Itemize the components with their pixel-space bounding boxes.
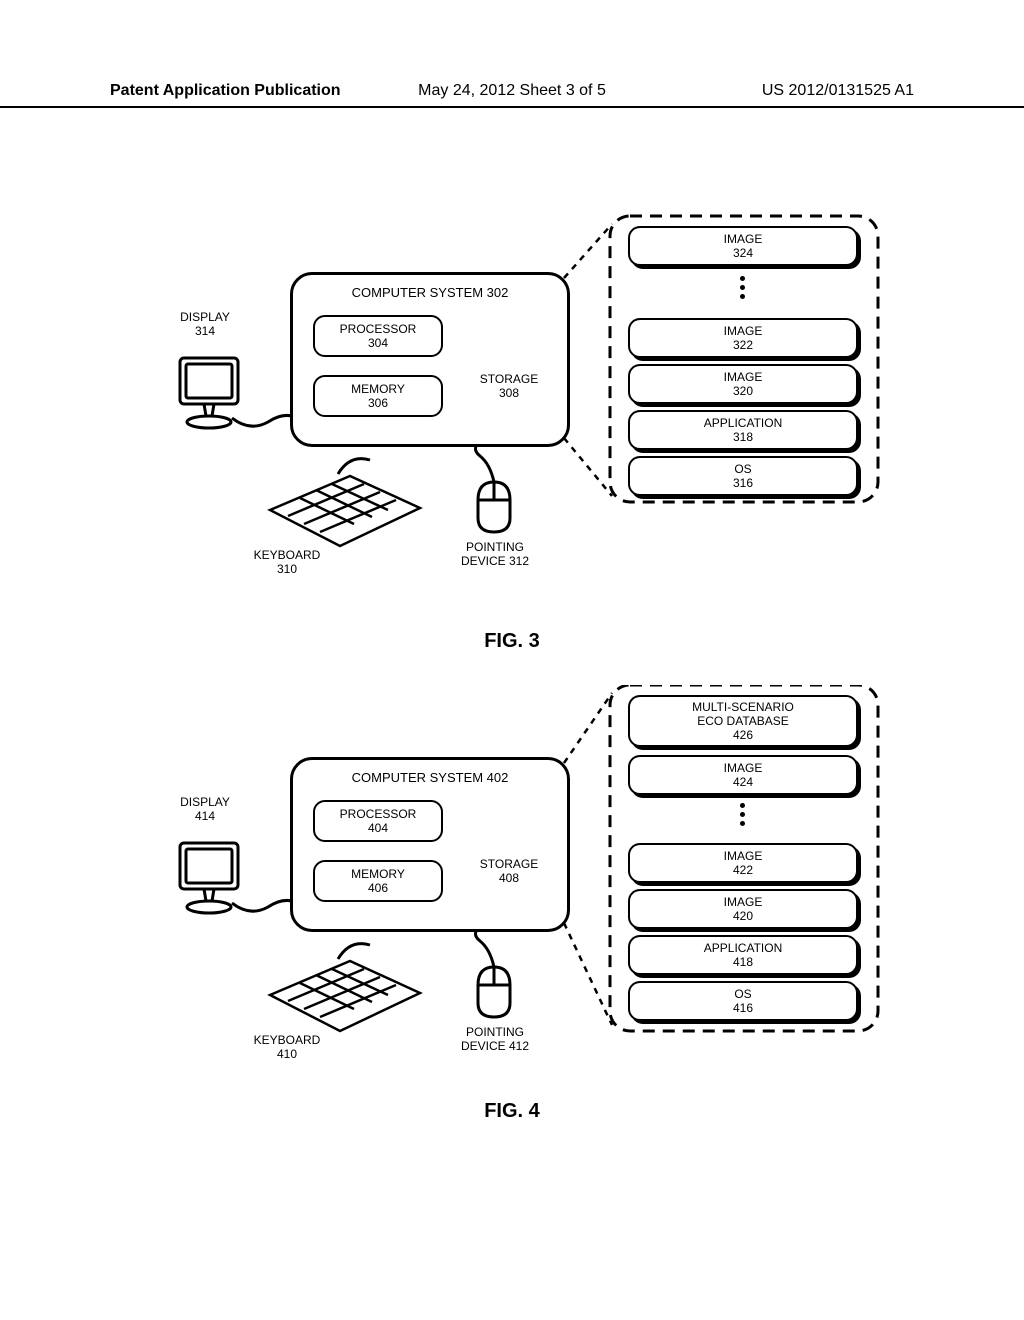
image-320-box: IMAGE320: [628, 364, 858, 404]
image-420-box: IMAGE420: [628, 889, 858, 929]
storage-label: STORAGE408: [474, 857, 544, 886]
display-label: DISPLAY314: [170, 310, 240, 339]
vdots-icon: [740, 803, 745, 826]
page-header: Patent Application Publication May 24, 2…: [0, 82, 1024, 108]
os-box: OS416: [628, 981, 858, 1021]
image-424-box: IMAGE424: [628, 755, 858, 795]
processor-box: PROCESSOR304: [313, 315, 443, 357]
multi-scenario-box: MULTI-SCENARIOECO DATABASE426: [628, 695, 858, 747]
figure-3: DISPLAY314: [150, 200, 890, 600]
image-324-box: IMAGE324: [628, 226, 858, 266]
header-mid: May 24, 2012 Sheet 3 of 5: [378, 82, 646, 100]
fig4-caption: FIG. 4: [484, 1100, 540, 1123]
fig3-caption: FIG. 3: [484, 630, 540, 653]
image-322-box: IMAGE322: [628, 318, 858, 358]
memory-box: MEMORY306: [313, 375, 443, 417]
keyboard-label: KEYBOARD310: [242, 548, 332, 577]
keyboard-label: KEYBOARD410: [242, 1033, 332, 1062]
header-left: Patent Application Publication: [110, 82, 378, 100]
application-box: APPLICATION318: [628, 410, 858, 450]
display-label: DISPLAY414: [170, 795, 240, 824]
storage-label: STORAGE308: [474, 372, 544, 401]
image-422-box: IMAGE422: [628, 843, 858, 883]
figure-4: DISPLAY414: [150, 685, 890, 1085]
computer-system-box: COMPUTER SYSTEM 402 PROCESSOR404 MEMORY4…: [290, 757, 570, 932]
cs-title: COMPUTER SYSTEM 302: [293, 285, 567, 300]
header-right: US 2012/0131525 A1: [646, 82, 914, 100]
os-box: OS316: [628, 456, 858, 496]
application-box: APPLICATION418: [628, 935, 858, 975]
vdots-icon: [740, 276, 745, 299]
computer-system-box: COMPUTER SYSTEM 302 PROCESSOR304 MEMORY3…: [290, 272, 570, 447]
cs-title: COMPUTER SYSTEM 402: [293, 770, 567, 785]
pointing-label: POINTINGDEVICE 412: [450, 1025, 540, 1054]
processor-box: PROCESSOR404: [313, 800, 443, 842]
memory-box: MEMORY406: [313, 860, 443, 902]
pointing-label: POINTINGDEVICE 312: [450, 540, 540, 569]
